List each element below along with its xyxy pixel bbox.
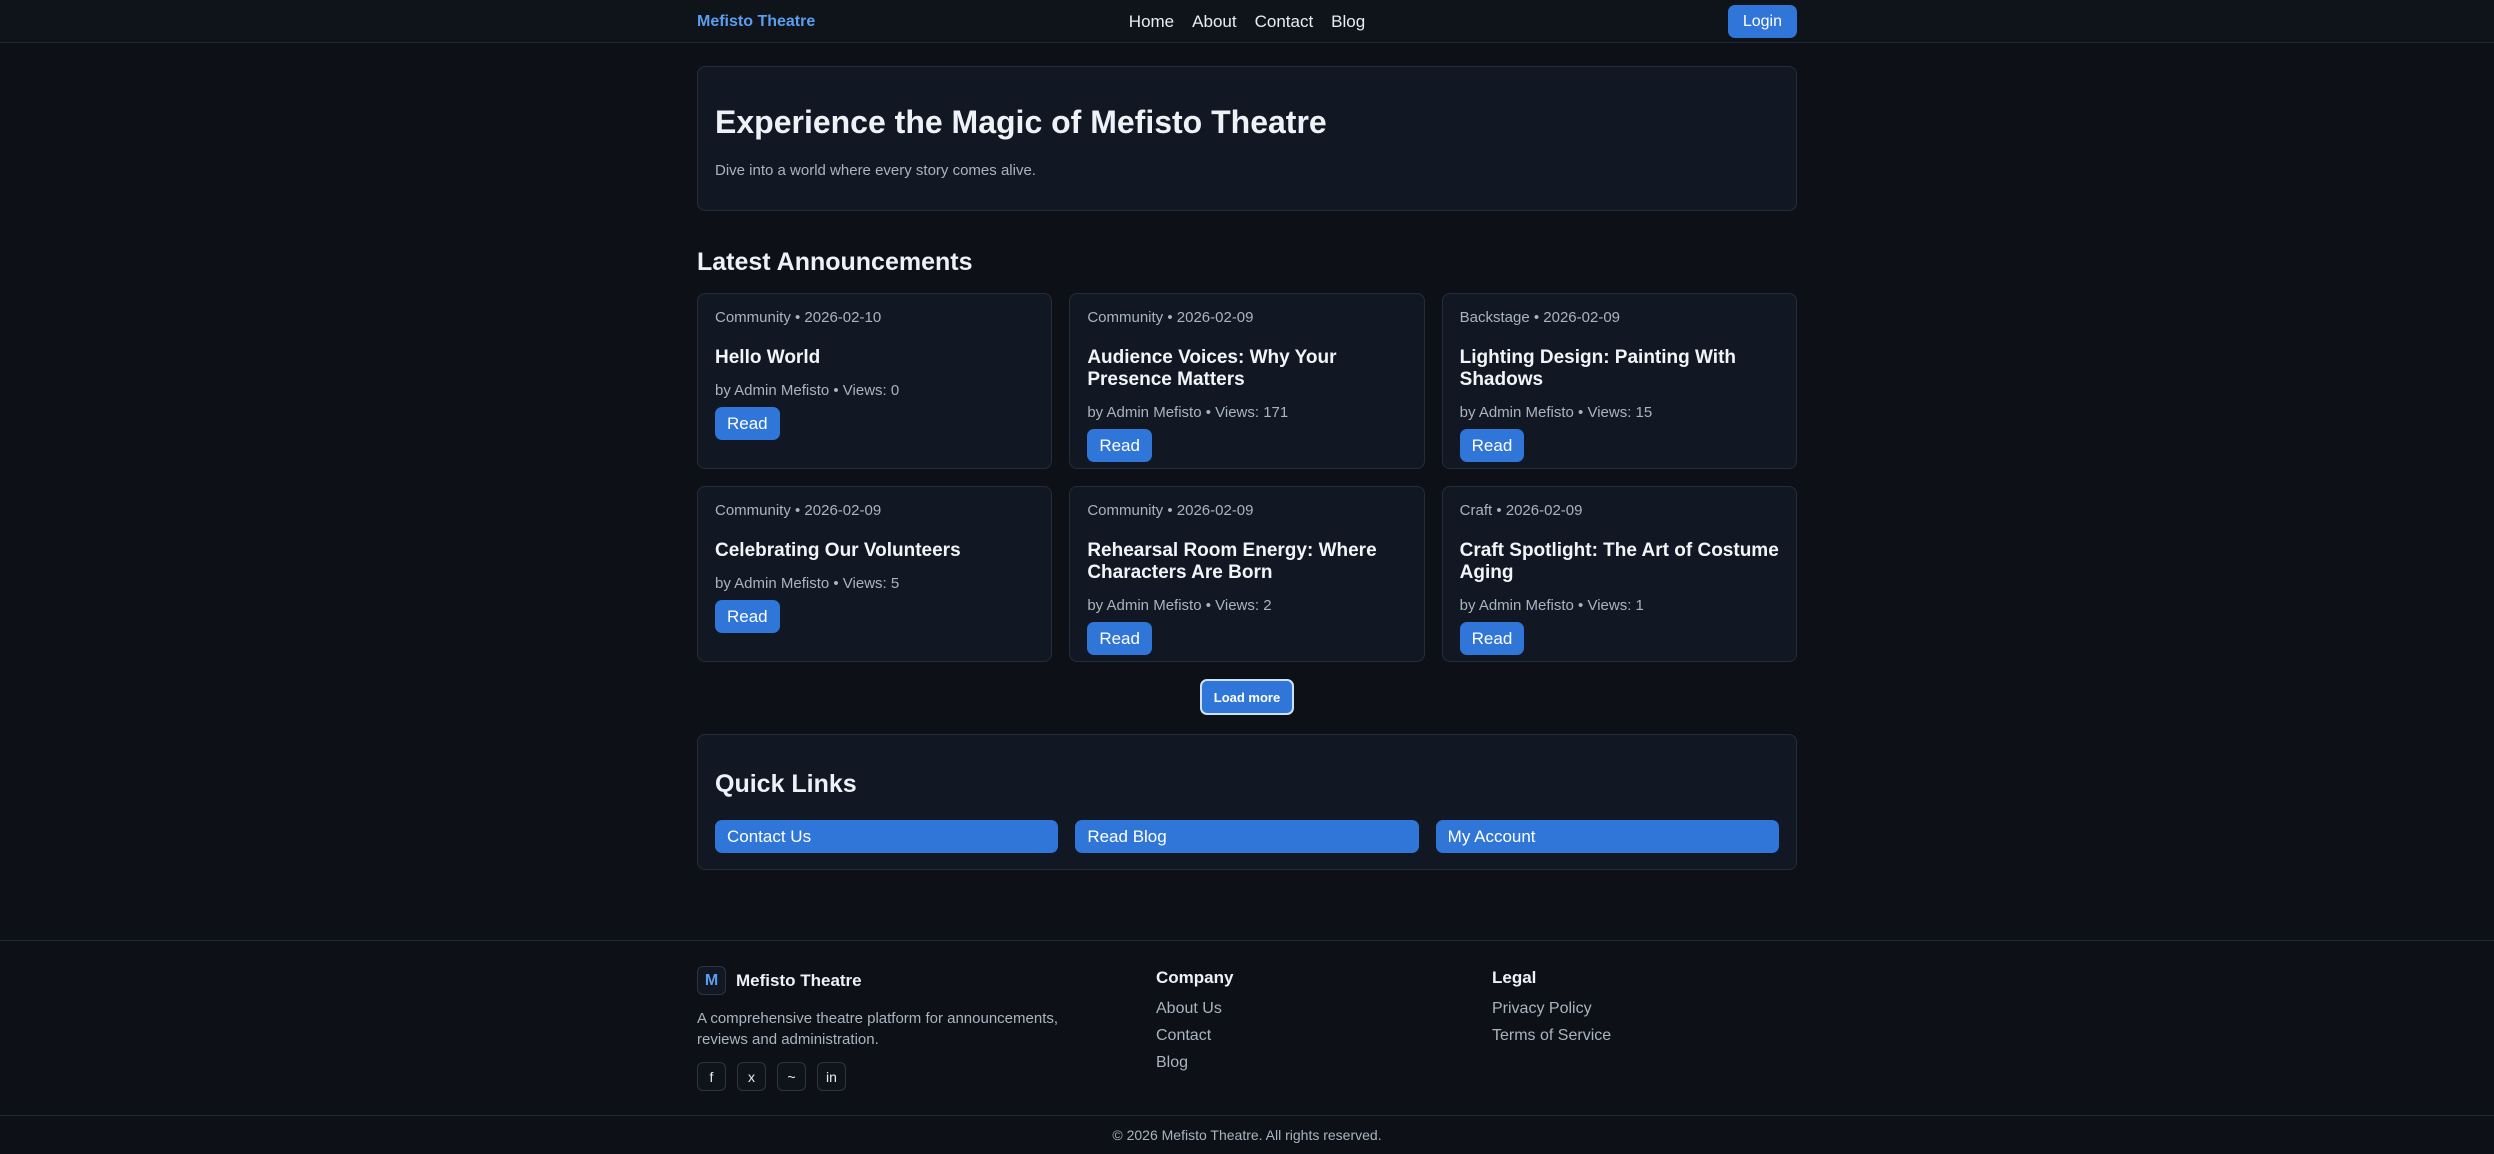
card-title: Rehearsal Room Energy: Where Characters … bbox=[1087, 540, 1377, 583]
logo-icon: M bbox=[697, 966, 726, 995]
card-meta: Community • 2026-02-09 bbox=[1087, 309, 1254, 326]
footer-brand: M Mefisto Theatre bbox=[697, 966, 1156, 995]
login-button[interactable]: Login bbox=[1727, 5, 1797, 38]
footer-legal-heading: Legal bbox=[1492, 968, 1537, 987]
read-button[interactable]: Read bbox=[1087, 429, 1152, 462]
footer-legal: Legal Privacy Policy Terms of Service bbox=[1492, 966, 1611, 1091]
read-button[interactable]: Read bbox=[1459, 622, 1525, 655]
footer-link-blog[interactable]: Blog bbox=[1156, 1054, 1492, 1072]
main-nav: Home About Contact Blog bbox=[1129, 12, 1365, 32]
announcement-card: Craft • 2026-02-09 Craft Spotlight: The … bbox=[1441, 486, 1797, 662]
read-button[interactable]: Read bbox=[1087, 622, 1152, 655]
card-byline: by Admin Mefisto • Views: 15 bbox=[1459, 404, 1653, 421]
load-more-button[interactable]: Load more bbox=[1199, 679, 1295, 715]
linkedin-icon[interactable]: in bbox=[817, 1062, 846, 1091]
announcement-card: Community • 2026-02-09 Rehearsal Room En… bbox=[1069, 486, 1425, 662]
footer-link-privacy[interactable]: Privacy Policy bbox=[1492, 1000, 1611, 1018]
quick-links-row: Contact Us Read Blog My Account bbox=[715, 820, 1779, 853]
facebook-icon[interactable]: f bbox=[697, 1062, 726, 1091]
footer-brand-name: Mefisto Theatre bbox=[736, 970, 862, 990]
card-byline: by Admin Mefisto • Views: 1 bbox=[1459, 597, 1644, 614]
social-links: f x ~ in bbox=[697, 1062, 1156, 1091]
navbar: Mefisto Theatre Home About Contact Blog … bbox=[0, 0, 2494, 43]
read-button[interactable]: Read bbox=[1459, 429, 1525, 462]
footer-description: A comprehensive theatre platform for ann… bbox=[697, 1010, 1059, 1048]
footer-about: M Mefisto Theatre A comprehensive theatr… bbox=[697, 966, 1156, 1091]
copyright: © 2026 Mefisto Theatre. All rights reser… bbox=[0, 1115, 2494, 1154]
nav-link-blog[interactable]: Blog bbox=[1331, 12, 1365, 32]
main-content: Experience the Magic of Mefisto Theatre … bbox=[697, 66, 1797, 870]
card-title: Craft Spotlight: The Art of Costume Agin… bbox=[1459, 540, 1779, 583]
read-button[interactable]: Read bbox=[715, 407, 780, 440]
brand-link[interactable]: Mefisto Theatre bbox=[697, 13, 815, 31]
nav-link-about[interactable]: About bbox=[1192, 12, 1236, 32]
footer-link-contact[interactable]: Contact bbox=[1156, 1027, 1492, 1045]
hero-subtitle: Dive into a world where every story come… bbox=[715, 162, 1036, 179]
my-account-button[interactable]: My Account bbox=[1435, 820, 1779, 853]
announcement-card: Community • 2026-02-10 Hello World by Ad… bbox=[697, 293, 1053, 469]
footer-company-heading: Company bbox=[1156, 968, 1234, 987]
announcement-card: Backstage • 2026-02-09 Lighting Design: … bbox=[1441, 293, 1797, 469]
nav-link-contact[interactable]: Contact bbox=[1255, 12, 1314, 32]
footer-company: Company About Us Contact Blog bbox=[1156, 966, 1492, 1091]
footer-link-about-us[interactable]: About Us bbox=[1156, 1000, 1492, 1018]
card-title: Celebrating Our Volunteers bbox=[715, 540, 961, 561]
footer-link-terms[interactable]: Terms of Service bbox=[1492, 1027, 1611, 1045]
quick-links-section: Quick Links Contact Us Read Blog My Acco… bbox=[697, 734, 1797, 870]
card-meta: Community • 2026-02-09 bbox=[715, 502, 882, 519]
nav-link-home[interactable]: Home bbox=[1129, 12, 1174, 32]
quick-links-title: Quick Links bbox=[715, 770, 857, 798]
x-icon[interactable]: x bbox=[737, 1062, 766, 1091]
load-more-wrapper: Load more bbox=[697, 679, 1797, 715]
card-meta: Community • 2026-02-09 bbox=[1087, 502, 1254, 519]
read-blog-button[interactable]: Read Blog bbox=[1075, 820, 1419, 853]
tilde-icon[interactable]: ~ bbox=[777, 1062, 806, 1091]
card-title: Lighting Design: Painting With Shadows bbox=[1459, 347, 1737, 390]
contact-us-button[interactable]: Contact Us bbox=[715, 820, 1059, 853]
card-byline: by Admin Mefisto • Views: 171 bbox=[1087, 404, 1289, 421]
footer-legal-links: Privacy Policy Terms of Service bbox=[1492, 1000, 1611, 1045]
card-byline: by Admin Mefisto • Views: 0 bbox=[715, 382, 900, 399]
card-meta: Community • 2026-02-10 bbox=[715, 309, 882, 326]
card-title: Audience Voices: Why Your Presence Matte… bbox=[1087, 347, 1337, 390]
announcements-grid: Community • 2026-02-10 Hello World by Ad… bbox=[697, 293, 1797, 662]
footer: M Mefisto Theatre A comprehensive theatr… bbox=[0, 940, 2494, 1154]
card-title: Hello World bbox=[715, 347, 821, 368]
card-meta: Craft • 2026-02-09 bbox=[1459, 502, 1583, 519]
card-meta: Backstage • 2026-02-09 bbox=[1459, 309, 1621, 326]
hero-title: Experience the Magic of Mefisto Theatre bbox=[715, 104, 1327, 140]
read-button[interactable]: Read bbox=[715, 600, 780, 633]
card-byline: by Admin Mefisto • Views: 2 bbox=[1087, 597, 1272, 614]
footer-company-links: About Us Contact Blog bbox=[1156, 1000, 1492, 1072]
hero-section: Experience the Magic of Mefisto Theatre … bbox=[697, 66, 1797, 211]
announcements-title: Latest Announcements bbox=[697, 248, 973, 276]
card-byline: by Admin Mefisto • Views: 5 bbox=[715, 575, 900, 592]
announcement-card: Community • 2026-02-09 Audience Voices: … bbox=[1069, 293, 1425, 469]
announcement-card: Community • 2026-02-09 Celebrating Our V… bbox=[697, 486, 1053, 662]
